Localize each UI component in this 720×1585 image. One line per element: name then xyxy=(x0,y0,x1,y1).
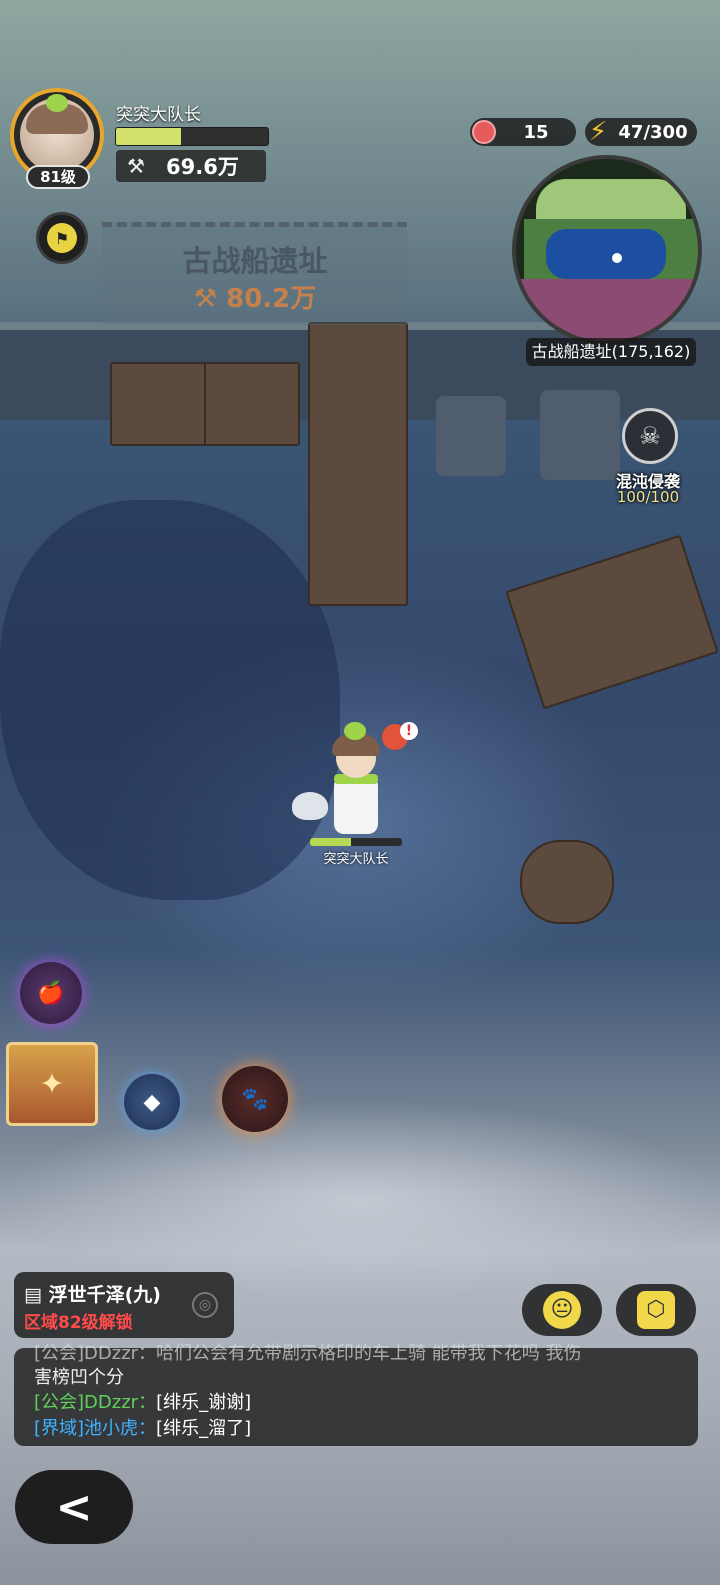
crossed-swords-icon: ⚒ xyxy=(127,154,145,178)
rock xyxy=(540,390,620,480)
chat-line-partial: [公会]DDzzr：哈们公会有允带剧示格印的车上骑 能带我下花吗 我伤 xyxy=(34,1343,582,1364)
player-name: 突突大队长 xyxy=(116,105,201,125)
target-icon[interactable]: ◎ xyxy=(192,1292,218,1318)
character-name: 突突大队长 xyxy=(323,852,389,867)
chaos-invasion-icon[interactable]: ☠ xyxy=(622,408,678,464)
energy-resource[interactable]: ⚡ 47/300 xyxy=(585,118,697,146)
apple-icon xyxy=(472,120,496,144)
chat-line-partial-cont: 害榜凹个分 xyxy=(34,1367,124,1388)
emoji-face-icon: 😐 xyxy=(543,1291,581,1329)
exclamation-icon: ! xyxy=(400,722,418,740)
chaos-invasion-count: 100/100 xyxy=(616,488,680,506)
shipwreck xyxy=(505,534,719,710)
deep-water xyxy=(0,500,340,900)
apple-count: 15 xyxy=(523,121,549,143)
cube-button[interactable]: ⬡ xyxy=(616,1284,696,1336)
player-level-badge: 81级 xyxy=(26,165,90,189)
wooden-pier xyxy=(308,322,408,606)
rock xyxy=(436,396,506,476)
region-name: ▤ 浮世千泽(九) xyxy=(24,1284,161,1306)
minimap[interactable] xyxy=(512,155,702,345)
region-unlock-text: 区域82级解锁 xyxy=(24,1313,133,1333)
wooden-dock-left xyxy=(110,362,208,446)
cube-icon: ⬡ xyxy=(637,1291,675,1329)
character-hp-bar xyxy=(310,838,402,846)
energy-count: 47/300 xyxy=(618,121,688,143)
player-power: ⚒ 69.6万 xyxy=(116,150,266,182)
treasure-chest-icon[interactable]: ✦ xyxy=(6,1042,98,1126)
avatar xyxy=(20,94,94,172)
player-marker xyxy=(612,253,622,263)
minimap-location-label: 古战船遗址(175,162) xyxy=(526,338,696,366)
potion-orb-icon[interactable]: 🍎 xyxy=(20,962,82,1024)
fog xyxy=(0,1100,720,1300)
wooden-dock-right xyxy=(204,362,300,446)
crystal-orb-icon[interactable]: ◆ xyxy=(124,1074,180,1130)
xp-fill xyxy=(116,128,182,145)
player-power-value: 69.6万 xyxy=(166,155,239,179)
lightning-bolt-icon: ⚡ xyxy=(588,117,608,147)
back-button[interactable]: < xyxy=(15,1470,133,1544)
chevron-left-icon: < xyxy=(55,1481,93,1533)
paw-orb-icon[interactable]: 🐾 xyxy=(222,1066,288,1132)
flag-icon: ⚑ xyxy=(47,223,77,253)
emoji-button[interactable]: 😐 xyxy=(522,1284,602,1336)
chat-line: [界域]池小虎：[绯乐_溜了] xyxy=(34,1418,252,1439)
apple-resource[interactable]: 15 xyxy=(470,118,576,146)
xp-bar xyxy=(115,127,269,146)
guild-flag-button[interactable]: ⚑ xyxy=(36,212,88,264)
area-title: 古战船遗址 xyxy=(182,244,328,278)
area-recommended-power: ⚒ 80.2万 xyxy=(193,284,317,314)
character-hp-fill xyxy=(310,838,352,846)
player-character[interactable]: ! xyxy=(320,722,418,838)
chat-line: [公会]DDzzr：[绯乐_谢谢] xyxy=(34,1392,252,1413)
wreck-ribs xyxy=(520,840,614,924)
